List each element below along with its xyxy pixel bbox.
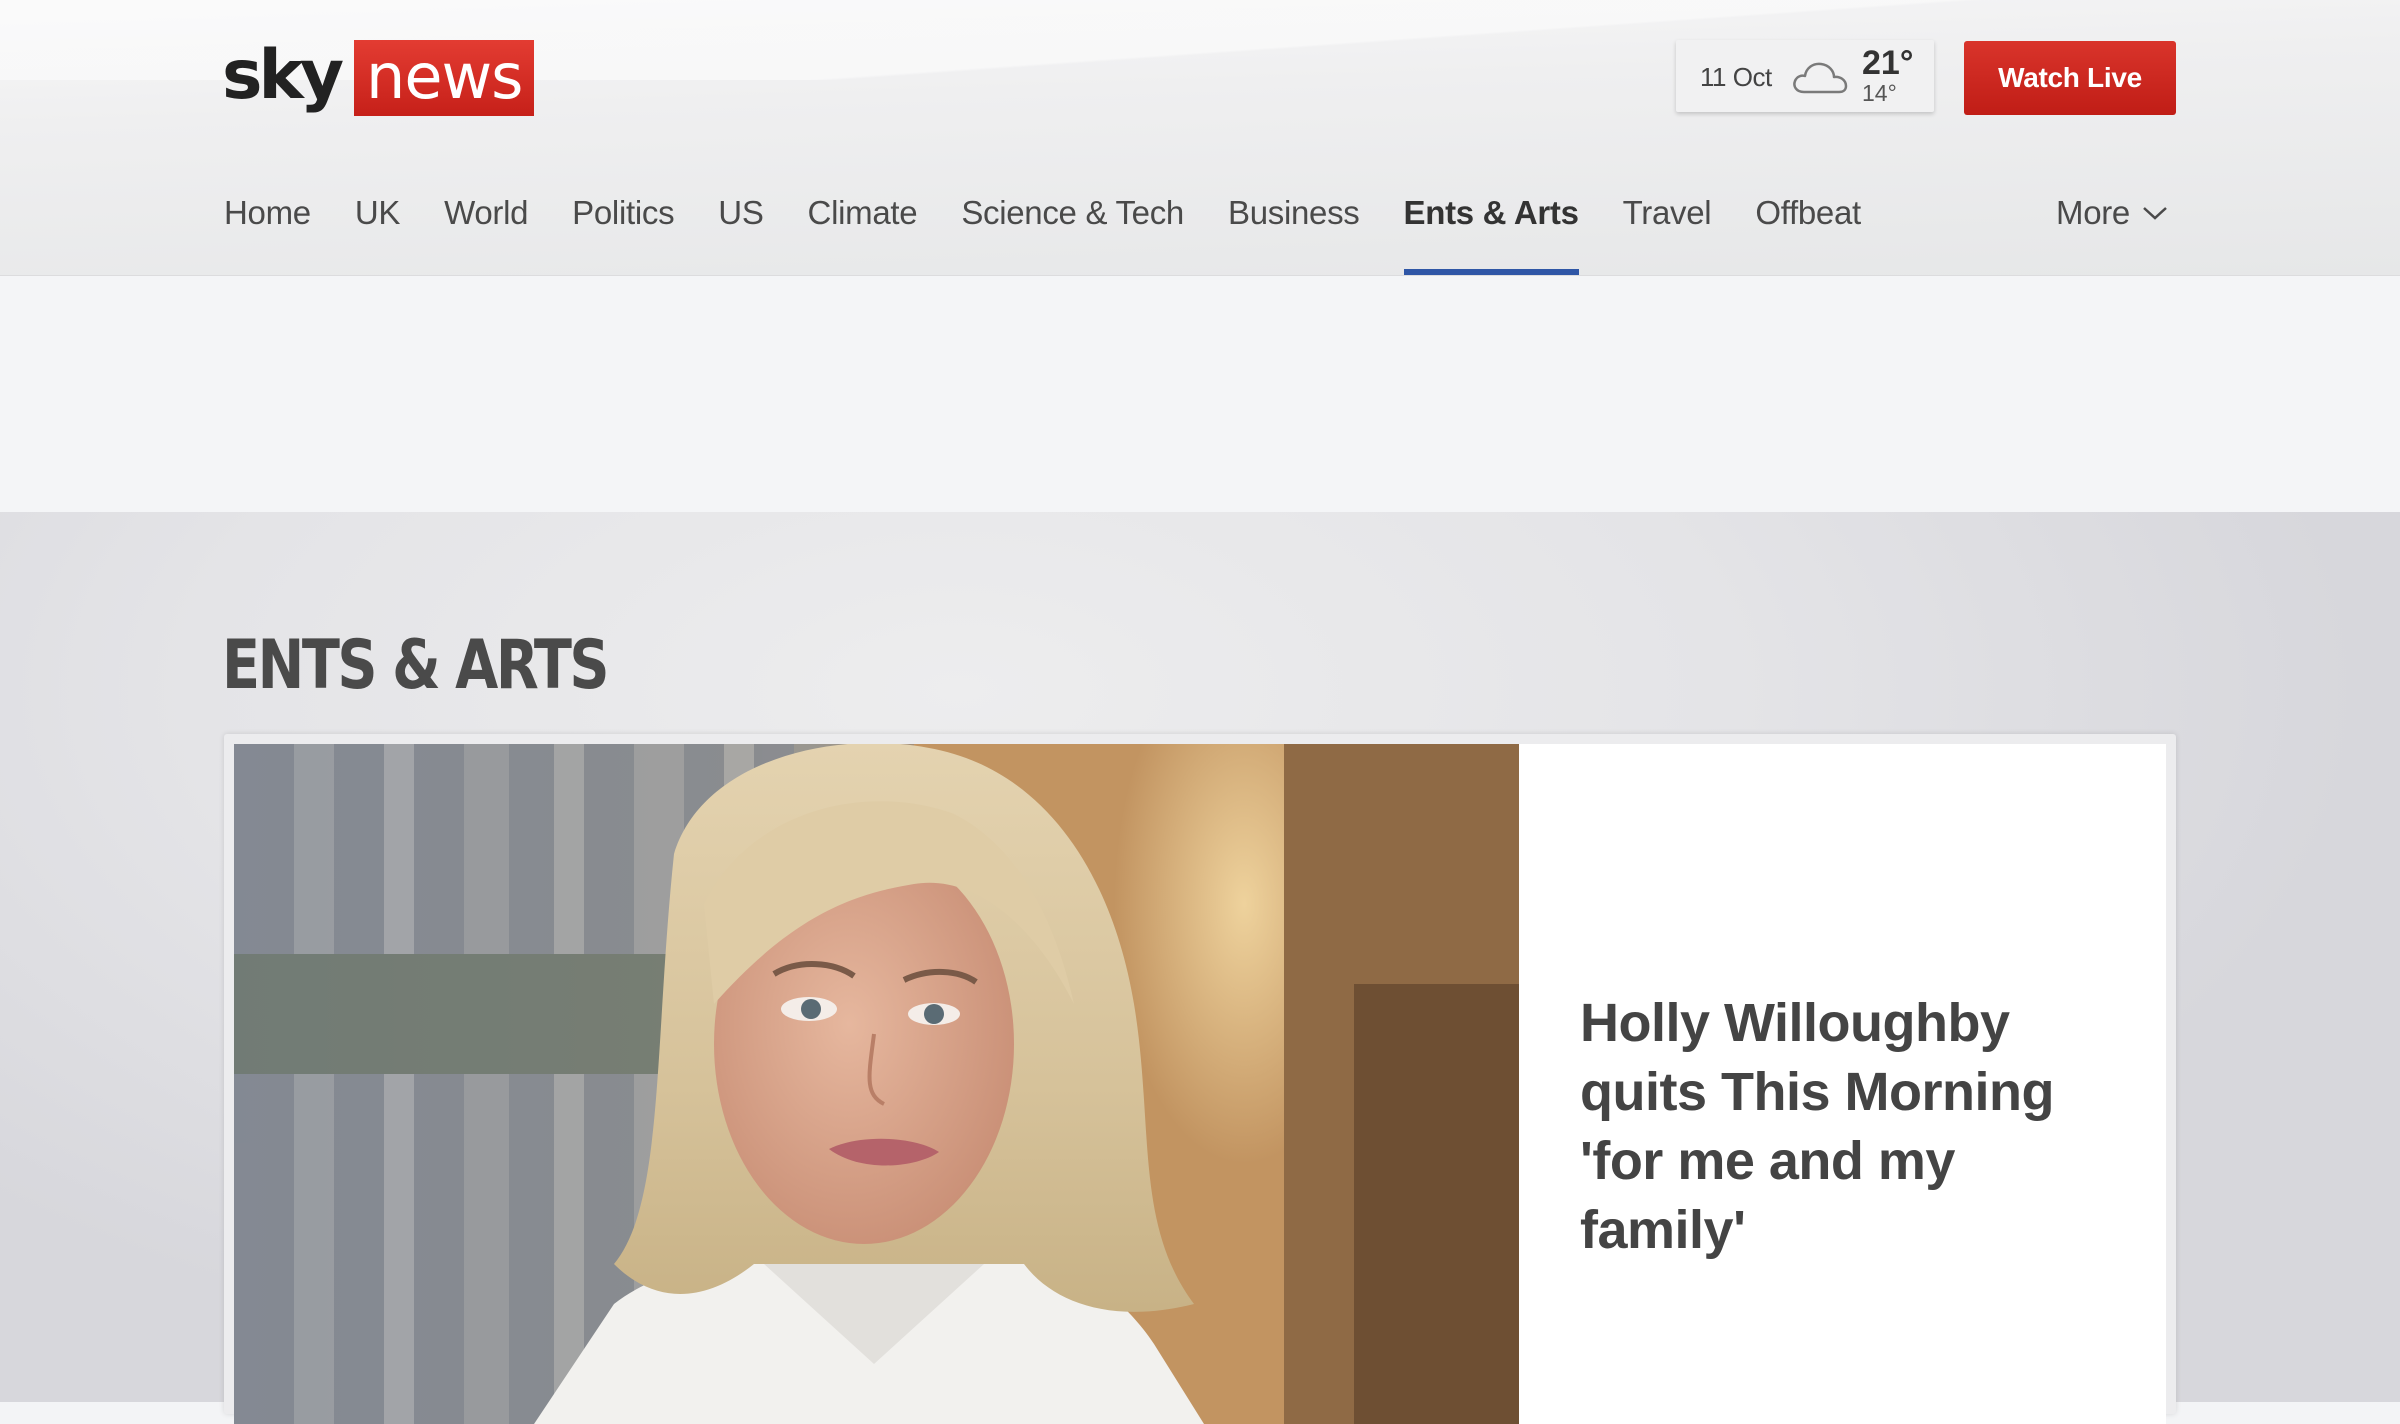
ents-arts-section: ENTS & ARTS Holly Willoughby quits This … xyxy=(0,512,2400,1424)
weather-date: 11 Oct xyxy=(1700,62,1772,92)
sky-news-logo[interactable]: sky news xyxy=(222,36,535,118)
logo-sky-text: sky xyxy=(222,36,344,115)
nav-item-ents-arts[interactable]: Ents & Arts xyxy=(1403,178,1579,275)
nav-item-us[interactable]: US xyxy=(718,178,764,275)
nav-more-label: More xyxy=(2056,194,2130,231)
nav-more-button[interactable]: More xyxy=(2056,194,2168,232)
nav-item-world[interactable]: World xyxy=(444,178,528,275)
nav-item-politics[interactable]: Politics xyxy=(572,178,674,275)
lead-story-image[interactable] xyxy=(234,744,1519,1424)
weather-widget[interactable]: 11 Oct 21° 14° xyxy=(1676,40,1934,112)
nav-item-home[interactable]: Home xyxy=(224,178,311,275)
logo-news-text: news xyxy=(354,40,535,116)
nav-item-uk[interactable]: UK xyxy=(355,178,401,275)
nav-item-climate[interactable]: Climate xyxy=(808,178,918,275)
lead-story-photo xyxy=(234,744,1519,1424)
weather-high-temp: 21° xyxy=(1862,44,1914,82)
watch-live-button[interactable]: Watch Live xyxy=(1964,41,2176,115)
ad-slot xyxy=(0,276,2400,512)
nav-item-science-tech[interactable]: Science & Tech xyxy=(961,178,1184,275)
lead-story-headline[interactable]: Holly Willoughby quits This Morning 'for… xyxy=(1580,989,2100,1265)
nav-item-business[interactable]: Business xyxy=(1228,178,1360,275)
section-title: ENTS & ARTS xyxy=(222,625,610,705)
nav-item-travel[interactable]: Travel xyxy=(1623,178,1712,275)
main-nav: Home UK World Politics US Climate Scienc… xyxy=(224,178,1905,275)
site-header: sky news 11 Oct 21° 14° Watch Live Home … xyxy=(0,0,2400,276)
weather-low-temp: 14° xyxy=(1862,80,1897,106)
nav-item-offbeat[interactable]: Offbeat xyxy=(1755,178,1861,275)
cloud-icon xyxy=(1793,62,1848,94)
chevron-down-icon xyxy=(2143,207,2167,220)
lead-story-card[interactable]: Holly Willoughby quits This Morning 'for… xyxy=(224,734,2176,1424)
lead-story-card-body: Holly Willoughby quits This Morning 'for… xyxy=(234,744,2166,1424)
